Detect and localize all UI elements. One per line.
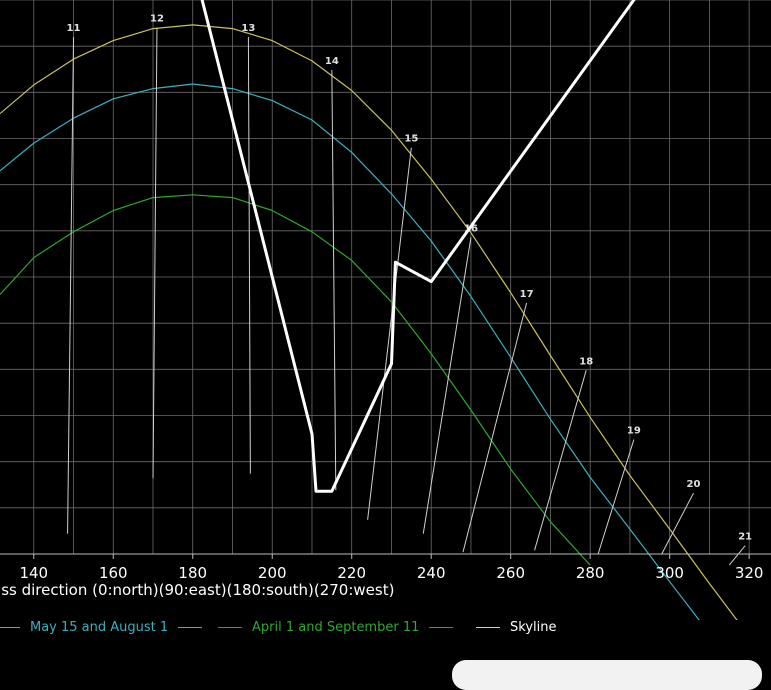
- legend-item-may-august: May 15 and August 1: [0, 620, 203, 635]
- hour-line: [728, 545, 746, 566]
- legend-line: [0, 627, 20, 628]
- hour-line: [152, 27, 158, 479]
- hour-label: 13: [241, 23, 255, 34]
- sun-path-curves: [0, 24, 738, 620]
- hour-label: 20: [687, 479, 701, 490]
- x-tick-label: 300: [655, 564, 684, 582]
- hour-line: [462, 302, 528, 553]
- x-tick-label: 160: [99, 564, 128, 582]
- x-tick-label: 200: [258, 564, 287, 582]
- hour-label: 12: [150, 14, 164, 25]
- legend: May 15 and August 1 April 1 and Septembe…: [0, 620, 771, 642]
- hour-label: 19: [627, 426, 641, 437]
- x-tick-label: 320: [735, 564, 764, 582]
- hour-label: 11: [67, 23, 81, 34]
- hour-line: [661, 492, 694, 555]
- hour-line: [597, 439, 635, 555]
- hour-label: 17: [520, 289, 534, 300]
- bottom-panel: [452, 660, 762, 690]
- legend-label: May 15 and August 1: [30, 620, 169, 635]
- legend-item-april-september: April 1 and September 11: [218, 620, 454, 635]
- x-axis-label: ass direction (0:north)(90:east)(180:sou…: [0, 581, 394, 599]
- hour-label: 21: [738, 532, 752, 543]
- grid: [0, 0, 771, 555]
- hour-label: 18: [579, 356, 593, 367]
- sun-path-line: [0, 24, 738, 620]
- x-tick-label: 280: [576, 564, 605, 582]
- x-tick-label: 140: [19, 564, 48, 582]
- x-tick-label: 220: [337, 564, 366, 582]
- x-tick-label: 240: [417, 564, 446, 582]
- hour-label: 14: [325, 56, 339, 67]
- sun-path-chart: 1112131415161718192021 140 160 180 200 220 24…: [0, 0, 771, 620]
- hour-line: [247, 36, 251, 474]
- x-tick-label: 260: [496, 564, 525, 582]
- hour-label: 15: [404, 134, 418, 145]
- legend-line: [476, 627, 500, 628]
- legend-label: April 1 and September 11: [252, 620, 420, 635]
- legend-line: [218, 627, 242, 628]
- hour-line: [331, 70, 337, 491]
- sun-path-line: [0, 194, 591, 566]
- legend-line: [429, 627, 454, 628]
- legend-label: Skyline: [510, 620, 557, 635]
- x-tick-label: 180: [178, 564, 207, 582]
- legend-line: [178, 627, 203, 628]
- x-axis: 140 160 180 200 220 240 260 280 300 320: [0, 553, 771, 582]
- hour-line: [67, 36, 75, 534]
- hour-line: [367, 147, 412, 520]
- legend-item-skyline: Skyline: [476, 620, 566, 635]
- hour-lines: 1112131415161718192021: [67, 14, 752, 566]
